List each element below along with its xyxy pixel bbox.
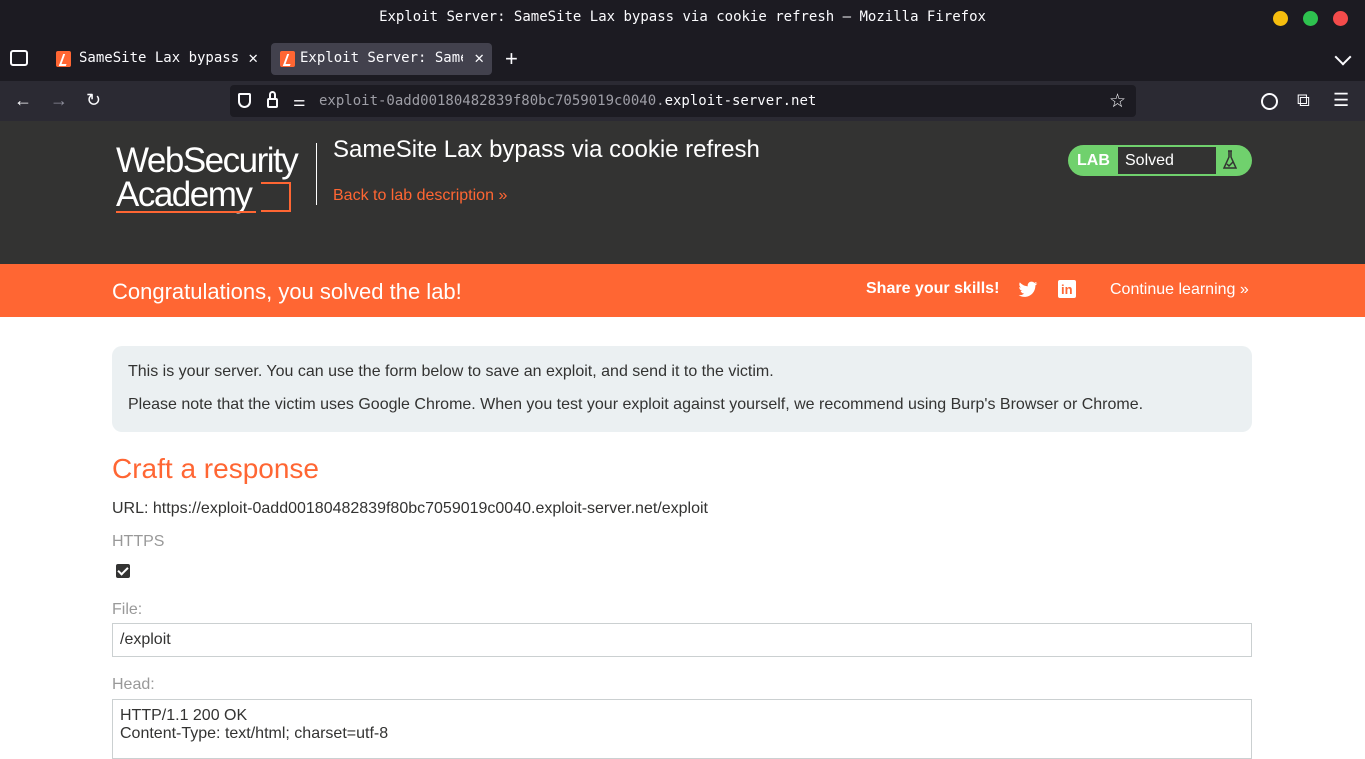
- status-lab-label: LAB: [1077, 152, 1110, 169]
- linkedin-icon[interactable]: in: [1058, 280, 1076, 298]
- url-domain: exploit-server.net: [664, 93, 817, 109]
- exploit-url-line: URL: https://exploit-0add00180482839f80b…: [112, 500, 708, 517]
- file-label: File:: [112, 601, 143, 618]
- url-text[interactable]: exploit-0add00180482839f80bc7059019c0040…: [319, 93, 816, 109]
- permissions-icon[interactable]: ⚌: [293, 93, 306, 110]
- tab-overview-icon[interactable]: [10, 50, 28, 66]
- bookmark-star-icon[interactable]: ☆: [1109, 90, 1126, 113]
- tab-exploit-server[interactable]: Exploit Server: SameS ✕: [271, 43, 492, 75]
- head-label: Head:: [112, 676, 155, 693]
- https-label: HTTPS: [112, 533, 165, 550]
- reload-icon[interactable]: ↻: [86, 90, 101, 110]
- window-title: Exploit Server: SameSite Lax bypass via …: [379, 9, 986, 25]
- url-prefix: exploit-0add00180482839f80bc7059019c0040…: [319, 93, 665, 109]
- head-line: HTTP/1.1 200 OK: [120, 707, 248, 724]
- notice-line-1: This is your server. You can use the for…: [128, 363, 774, 380]
- back-arrow-icon[interactable]: ←: [14, 90, 32, 110]
- tab-label: Exploit Server: SameS: [300, 50, 463, 66]
- back-to-lab-link[interactable]: Back to lab description »: [333, 187, 507, 205]
- close-window-button[interactable]: [1333, 11, 1348, 26]
- file-input[interactable]: /exploit: [112, 623, 1252, 657]
- burp-favicon-icon: [56, 51, 71, 67]
- status-value: Solved: [1118, 147, 1216, 174]
- logo-line-1: WebSecurity: [116, 141, 299, 180]
- shield-icon[interactable]: [238, 93, 251, 108]
- logo-underline: [116, 211, 256, 213]
- double-chevron-icon: »: [498, 187, 508, 204]
- menu-icon[interactable]: ☰: [1333, 90, 1349, 110]
- lock-shackle-icon: [269, 91, 276, 99]
- tab-strip: SameSite Lax bypass v ✕ Exploit Server: …: [0, 37, 1365, 81]
- close-tab-icon[interactable]: ✕: [248, 48, 258, 67]
- logo-line-2: Academy: [116, 175, 253, 214]
- share-skills-label: Share your skills!: [866, 280, 1000, 297]
- burp-favicon-icon: [280, 51, 295, 67]
- forward-arrow-icon[interactable]: →: [50, 90, 68, 110]
- congratulations-banner: Congratulations, you solved the lab! Sha…: [0, 264, 1365, 317]
- header-divider: [316, 143, 317, 205]
- server-notice: This is your server. You can use the for…: [112, 346, 1252, 432]
- academy-bolt-icon: [261, 182, 291, 212]
- account-icon[interactable]: [1261, 93, 1278, 110]
- maximize-button[interactable]: [1303, 11, 1318, 26]
- minimize-button[interactable]: [1273, 11, 1288, 26]
- continue-learning-link[interactable]: Continue learning »: [1110, 281, 1249, 299]
- twitter-icon[interactable]: [1018, 281, 1038, 299]
- list-all-tabs-icon[interactable]: [1334, 48, 1352, 66]
- url-bar[interactable]: ⚌ exploit-0add00180482839f80bc7059019c00…: [230, 85, 1136, 117]
- lab-title: SameSite Lax bypass via cookie refresh: [333, 136, 760, 163]
- web-security-academy-logo[interactable]: WebSecurity Academy: [116, 143, 316, 215]
- continue-learning-label: Continue learning: [1110, 281, 1236, 298]
- https-checkbox[interactable]: [116, 564, 130, 578]
- head-line: Content-Type: text/html; charset=utf-8: [120, 725, 389, 742]
- tab-samesite-lab[interactable]: SameSite Lax bypass v ✕: [44, 43, 266, 75]
- lab-status-badge: LAB Solved: [1068, 145, 1252, 176]
- tab-label: SameSite Lax bypass v: [79, 50, 244, 66]
- back-link-label: Back to lab description: [333, 187, 494, 204]
- double-chevron-icon: »: [1239, 281, 1249, 298]
- congratulations-message: Congratulations, you solved the lab!: [112, 279, 462, 304]
- flask-icon: [1223, 150, 1237, 169]
- head-textarea[interactable]: HTTP/1.1 200 OK Content-Type: text/html;…: [112, 699, 1252, 759]
- lab-header: WebSecurity Academy SameSite Lax bypass …: [0, 121, 1365, 264]
- craft-response-heading: Craft a response: [112, 453, 319, 484]
- nav-bar: ← → ↻ ⚌ exploit-0add00180482839f80bc7059…: [0, 81, 1365, 121]
- lock-icon[interactable]: [267, 98, 278, 108]
- notice-line-2: Please note that the victim uses Google …: [128, 396, 1144, 413]
- extensions-icon[interactable]: ⧉: [1297, 90, 1310, 110]
- close-tab-icon[interactable]: ✕: [474, 48, 484, 67]
- window-titlebar: Exploit Server: SameSite Lax bypass via …: [0, 0, 1365, 37]
- new-tab-icon[interactable]: +: [505, 46, 518, 72]
